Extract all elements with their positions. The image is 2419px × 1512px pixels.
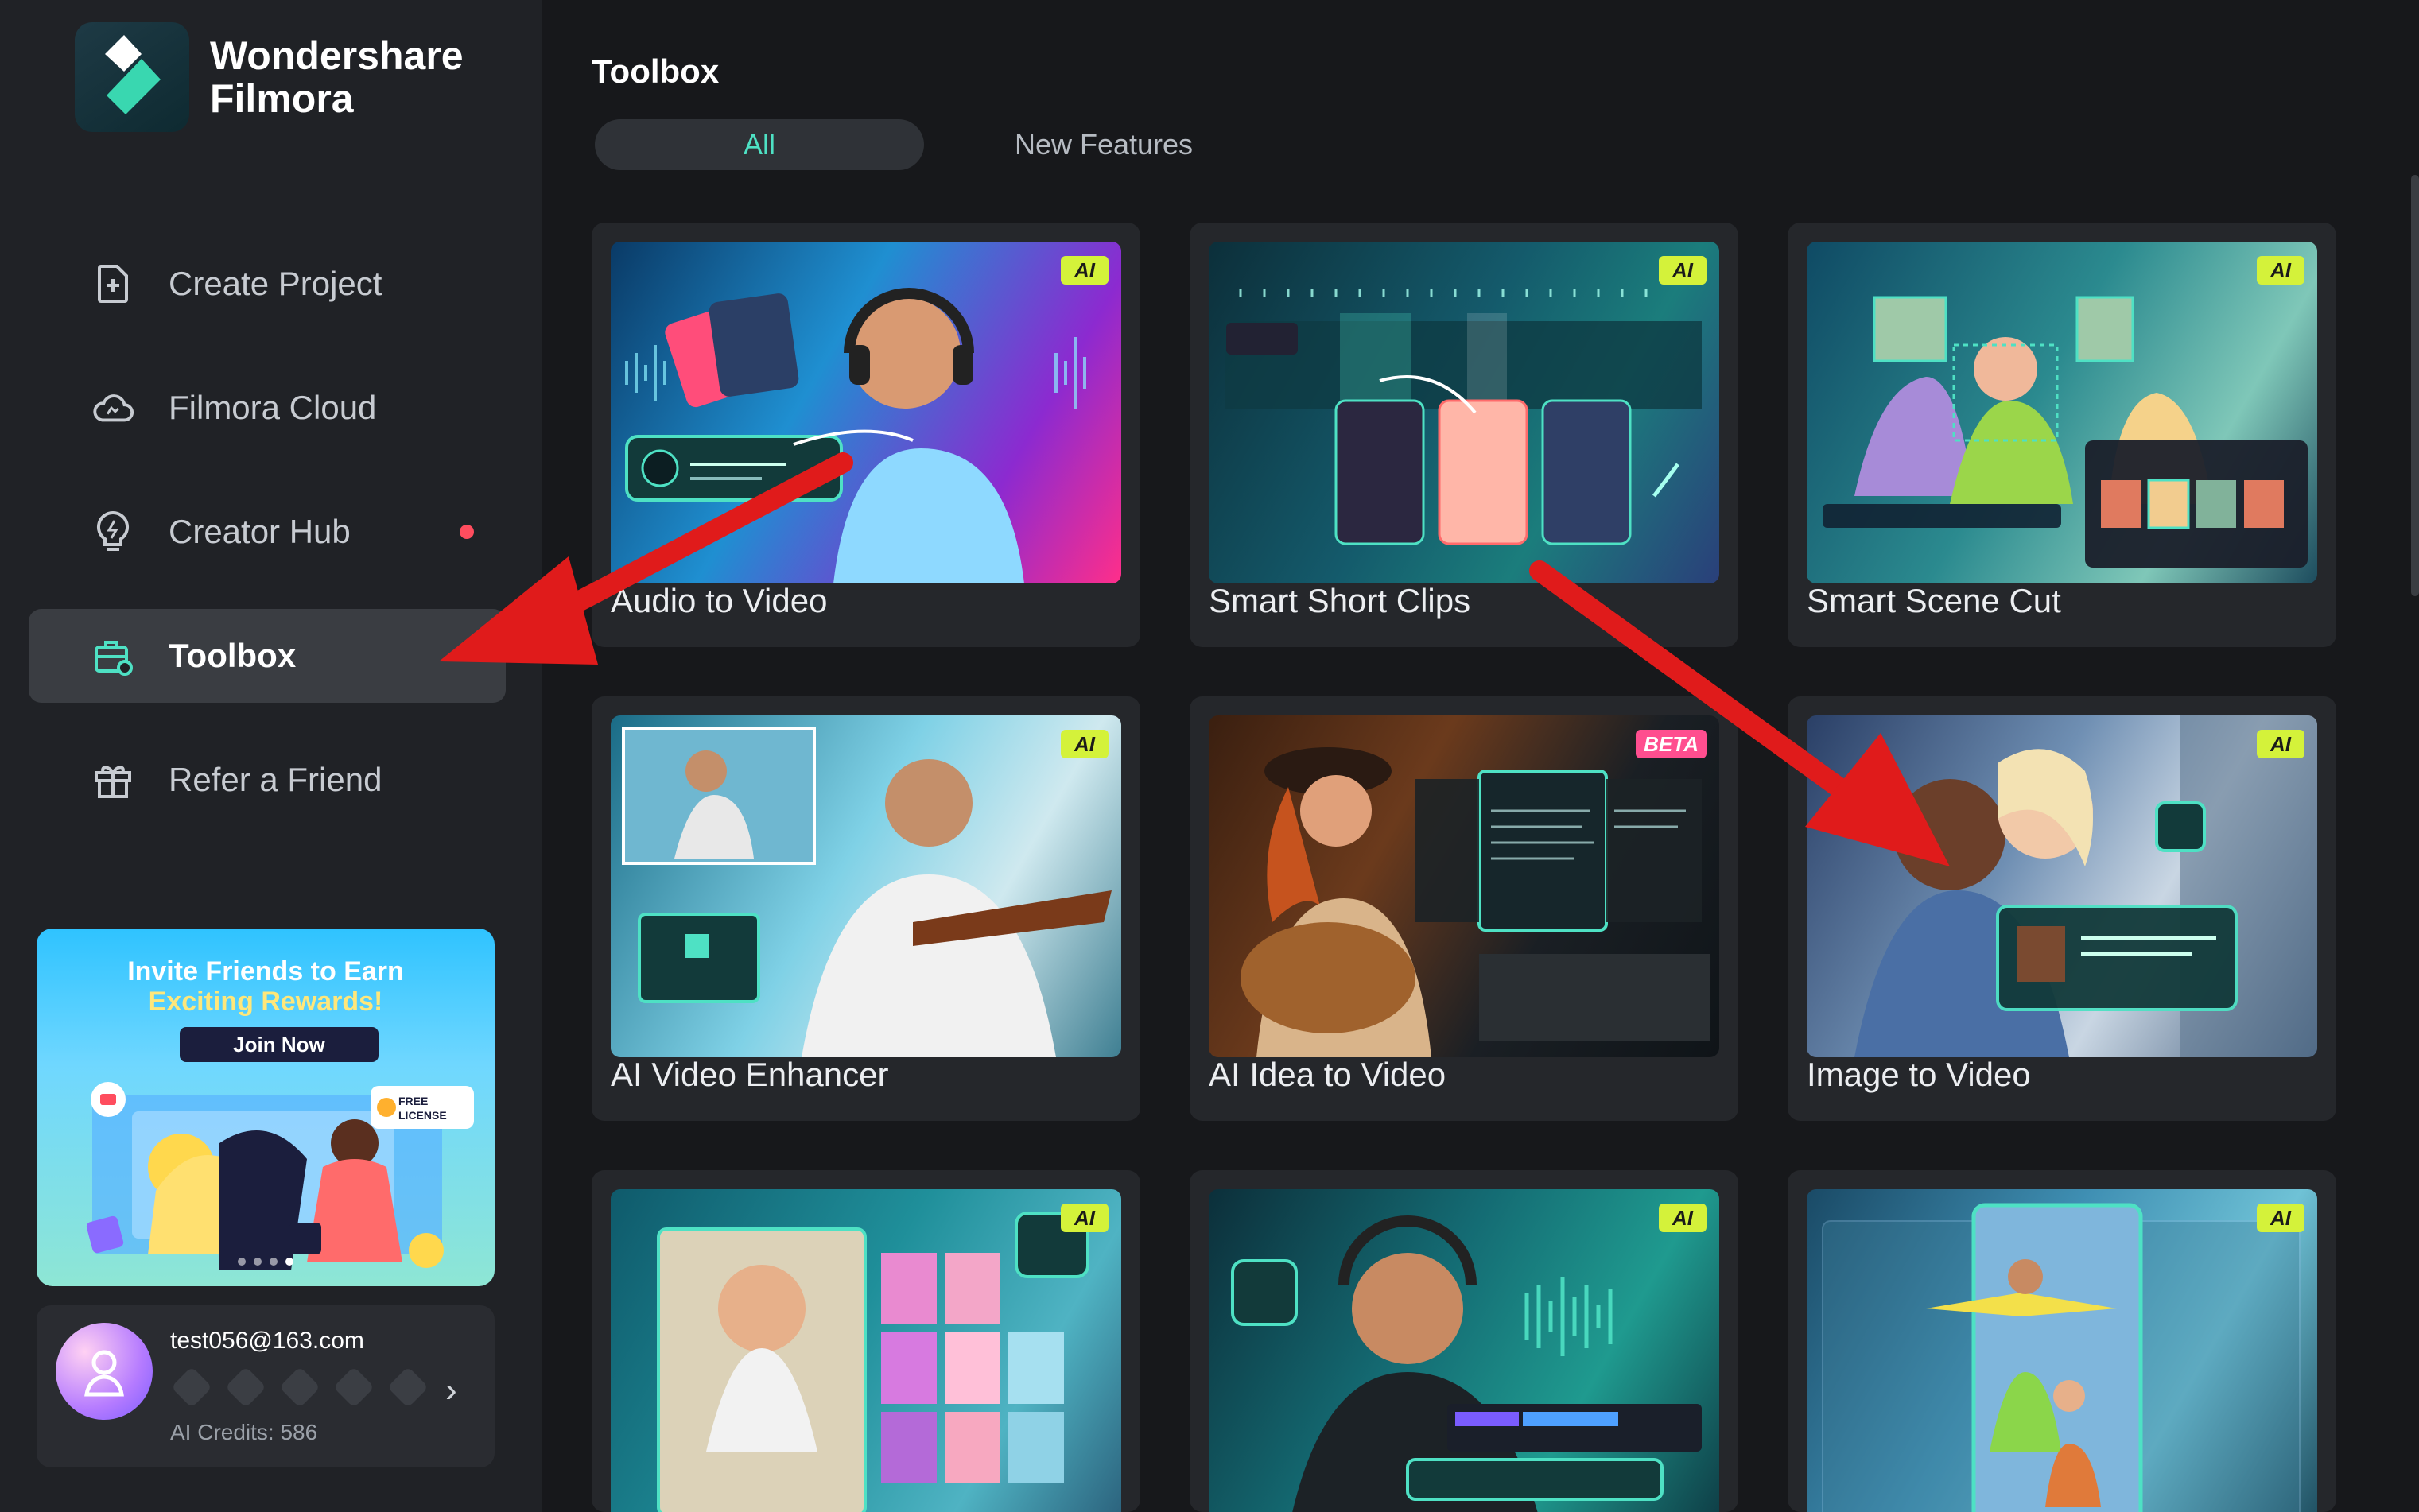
invite-friends-banner[interactable]: Invite Friends to Earn Exciting Rewards!… — [37, 929, 495, 1286]
tab-all[interactable]: All — [595, 119, 924, 170]
tool-card-ai-video-enhancer[interactable]: AI AI Video Enhancer — [592, 696, 1140, 1121]
sidebar-item-toolbox[interactable]: Toolbox — [29, 609, 506, 703]
brand-logo[interactable]: Wondershare Filmora — [75, 22, 464, 132]
sidebar-item-create-project[interactable]: Create Project — [29, 237, 506, 331]
carousel-dots[interactable] — [37, 1258, 495, 1266]
sidebar-item-label: Toolbox — [169, 637, 297, 674]
svg-text:LICENSE: LICENSE — [398, 1109, 447, 1122]
sidebar-item-filmora-cloud[interactable]: Filmora Cloud — [29, 361, 506, 455]
tool-card-ai-idea-to-video[interactable]: BETA AI Idea to Video — [1190, 696, 1738, 1121]
brand-line-2: Filmora — [210, 76, 354, 121]
tool-card-audio-to-video[interactable]: AI Audio to Video — [592, 223, 1140, 647]
ai-tag: AI — [1061, 730, 1109, 758]
account-panel[interactable]: test056@163.com › AI Credits: 586 — [37, 1305, 495, 1467]
tool-card-label: Smart Short Clips — [1209, 582, 1471, 619]
tool-card-label: Smart Scene Cut — [1807, 582, 2061, 619]
tool-card[interactable]: AI — [1190, 1170, 1738, 1512]
ai-credits: AI Credits: 586 — [170, 1420, 318, 1444]
lightbulb-icon — [91, 510, 135, 554]
carousel-dot[interactable] — [254, 1258, 262, 1266]
tool-thumbnail: AI — [611, 242, 1121, 583]
tool-thumbnail: AI — [1807, 242, 2317, 583]
ai-tag: AI — [2257, 256, 2304, 285]
beta-tag: BETA — [1636, 730, 1707, 758]
tool-card-label: Audio to Video — [611, 582, 828, 619]
tool-thumbnail: AI — [1807, 1189, 2317, 1512]
avatar[interactable] — [56, 1323, 153, 1420]
ai-tag: AI — [1659, 1204, 1707, 1232]
badge-icon — [170, 1366, 213, 1409]
toolbox-main: Toolbox All New Features AI Audio to Vid… — [542, 0, 2419, 1512]
svg-text:FREE: FREE — [398, 1095, 428, 1107]
plus-file-icon — [91, 262, 135, 306]
gift-icon — [91, 758, 135, 802]
filmora-app: Wondershare Filmora Create Project Filmo… — [0, 0, 2419, 1512]
ai-tag: AI — [2257, 730, 2304, 758]
sidebar: Wondershare Filmora Create Project Filmo… — [0, 0, 542, 1512]
tool-card-label: AI Idea to Video — [1209, 1056, 1446, 1093]
page-title: Toolbox — [592, 52, 720, 90]
sidebar-item-label: Creator Hub — [169, 513, 351, 550]
tool-card[interactable]: AI — [1788, 1170, 2336, 1512]
tool-thumbnail: BETA — [1209, 715, 1719, 1057]
ai-tag: AI — [1061, 256, 1109, 285]
ai-tag: AI — [2257, 1204, 2304, 1232]
chevron-right-icon[interactable]: › — [445, 1370, 457, 1410]
account-email: test056@163.com — [170, 1328, 364, 1354]
badge-icon — [386, 1366, 429, 1409]
filmora-logo-icon — [75, 22, 189, 132]
badge-icon — [278, 1366, 321, 1409]
ai-tag: AI — [1061, 1204, 1109, 1232]
tool-card-smart-short-clips[interactable]: AI Smart Short Clips — [1190, 223, 1738, 647]
carousel-dot[interactable] — [238, 1258, 246, 1266]
scrollbar[interactable] — [2411, 175, 2419, 596]
toolbox-tabs: All New Features — [595, 119, 1239, 170]
toolbox-icon — [91, 634, 135, 678]
sidebar-item-label: Refer a Friend — [169, 761, 382, 798]
carousel-dot[interactable] — [270, 1258, 278, 1266]
badge-icon — [332, 1366, 375, 1409]
notification-dot — [460, 525, 474, 539]
tool-card-image-to-video[interactable]: AI Image to Video — [1788, 696, 2336, 1121]
ai-tag: AI — [1659, 256, 1707, 285]
tool-card-label: Image to Video — [1807, 1056, 2031, 1093]
tool-thumbnail: AI — [611, 715, 1121, 1057]
achievement-badges — [170, 1366, 429, 1409]
sidebar-item-label: Filmora Cloud — [169, 389, 377, 426]
carousel-dot-active[interactable] — [285, 1258, 293, 1266]
cloud-icon — [91, 386, 135, 430]
tool-thumbnail: AI — [1807, 715, 2317, 1057]
sidebar-item-refer-a-friend[interactable]: Refer a Friend — [29, 733, 506, 827]
tool-thumbnail: AI — [1209, 242, 1719, 583]
brand-line-1: Wondershare — [210, 33, 464, 78]
tool-card-label: AI Video Enhancer — [611, 1056, 889, 1093]
tool-thumbnail: AI — [1209, 1189, 1719, 1512]
sidebar-item-creator-hub[interactable]: Creator Hub — [29, 485, 506, 579]
brand-name: Wondershare Filmora — [210, 34, 464, 120]
tab-new-features[interactable]: New Features — [969, 119, 1239, 170]
tool-card[interactable]: AI — [592, 1170, 1140, 1512]
tool-thumbnail: AI — [611, 1189, 1121, 1512]
promo-illustration: FREE LICENSE — [86, 1082, 474, 1270]
sidebar-nav: Create Project Filmora Cloud Creator Hub — [29, 237, 506, 857]
sidebar-item-label: Create Project — [169, 265, 382, 302]
tool-card-smart-scene-cut[interactable]: AI Smart Scene Cut — [1788, 223, 2336, 647]
badge-icon — [224, 1366, 267, 1409]
